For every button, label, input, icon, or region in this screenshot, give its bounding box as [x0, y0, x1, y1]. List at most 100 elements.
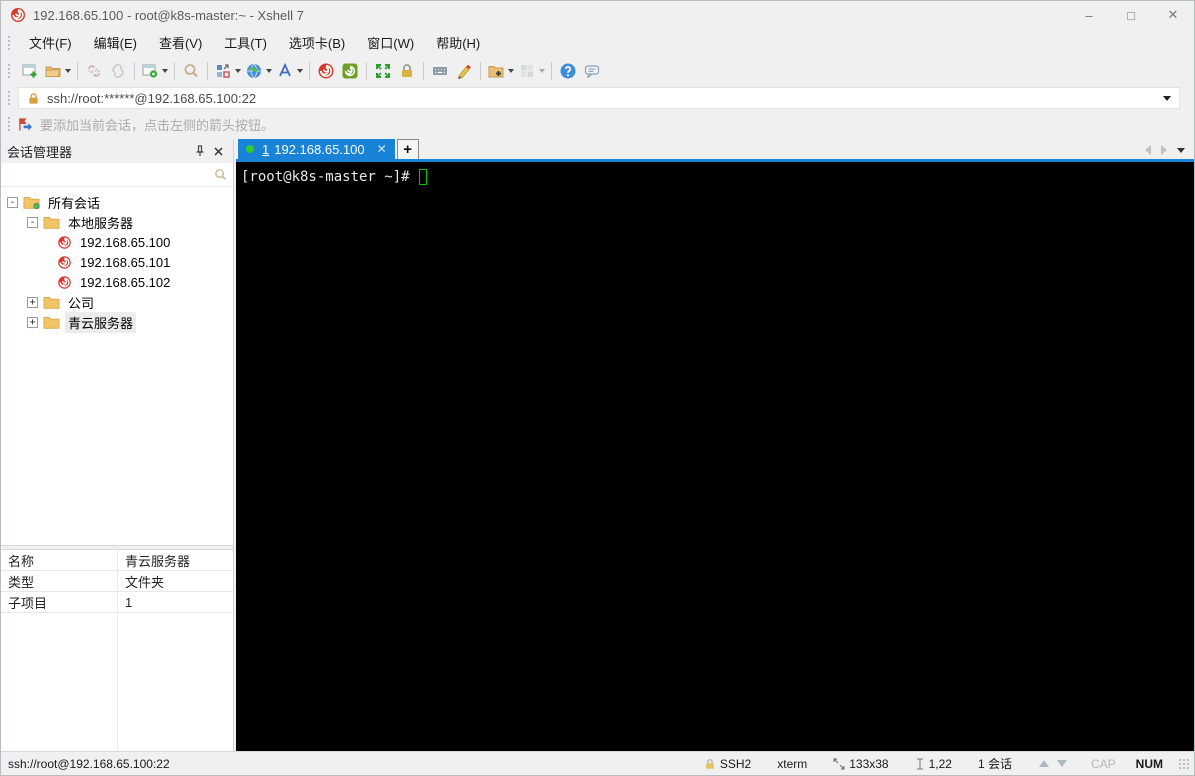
status-protocol-label: SSH2 — [719, 756, 752, 771]
fullscreen-icon — [376, 63, 390, 78]
tile-windows-caret — [539, 68, 545, 73]
prev-session-arrow-icon[interactable] — [1038, 760, 1049, 767]
compose-pane-button[interactable] — [212, 59, 243, 83]
properties-filler — [1, 613, 233, 751]
session-tree: - 所有会话 - 本地服务器 192.168.65.100 192.168.65… — [1, 187, 233, 545]
scroll-tabs-right-icon[interactable] — [1161, 145, 1167, 155]
disconnect-icon — [88, 64, 100, 77]
tree-item-label: 192.168.65.102 — [80, 274, 171, 290]
properties-panel: 名称 青云服务器 类型 文件夹 子项目 1 — [1, 550, 233, 613]
toolbar-separator — [366, 61, 367, 80]
expander-icon[interactable]: + — [27, 296, 38, 308]
tab-close-button[interactable]: ✕ — [377, 142, 387, 156]
xshell-icon — [318, 63, 334, 78]
search-icon[interactable] — [214, 168, 227, 181]
toolbar-separator — [134, 61, 135, 80]
session-properties-button[interactable] — [139, 59, 170, 83]
menu-help[interactable]: 帮助(H) — [425, 29, 491, 56]
xshell-session-icon — [57, 235, 72, 250]
tree-item-all-sessions[interactable]: - 所有会话 — [1, 192, 233, 212]
menu-edit[interactable]: 编辑(E) — [83, 29, 148, 56]
status-cursor-position: 1,22 — [902, 757, 965, 771]
find-icon — [184, 63, 198, 77]
messenger-icon — [584, 64, 600, 78]
open-session-button[interactable] — [42, 59, 73, 83]
tree-item-session-101[interactable]: 192.168.65.101 — [1, 252, 233, 272]
window-resize-grip[interactable] — [1177, 757, 1190, 770]
tree-item-label: 青云服务器 — [65, 311, 137, 333]
status-connection-url: ssh://root@192.168.65.100:22 — [8, 756, 170, 771]
menu-window[interactable]: 窗口(W) — [356, 29, 425, 56]
web-globe-icon — [247, 63, 261, 78]
tree-item-label: 所有会话 — [48, 195, 101, 211]
scroll-tabs-left-icon[interactable] — [1145, 145, 1151, 155]
lock-screen-button[interactable] — [395, 59, 419, 83]
tab-nav — [1145, 145, 1194, 159]
session-nav-arrows — [1025, 760, 1081, 767]
expander-icon[interactable]: + — [27, 316, 38, 328]
tile-windows-button[interactable] — [516, 59, 547, 83]
pin-panel-button[interactable] — [191, 142, 209, 160]
open-session-caret — [65, 68, 71, 73]
tab-list-caret-icon[interactable] — [1177, 147, 1185, 153]
add-session-flag-icon[interactable] — [18, 117, 33, 132]
status-term-type: xterm — [764, 757, 820, 771]
status-right-cluster: SSH2 xterm 133x38 1,22 1 会话 CAP NUM — [691, 755, 1190, 772]
menu-view[interactable]: 查看(V) — [148, 29, 213, 56]
messenger-button[interactable] — [580, 59, 604, 83]
help-button[interactable] — [556, 59, 580, 83]
toolbar-grip[interactable] — [7, 62, 12, 79]
addressbar-grip[interactable] — [7, 90, 12, 106]
tree-item-qingyun[interactable]: + 青云服务器 — [1, 311, 233, 333]
disconnect-button[interactable] — [82, 59, 106, 83]
xshell-button[interactable] — [314, 59, 338, 83]
tree-item-local-servers[interactable]: - 本地服务器 — [1, 212, 233, 232]
compose-pane-icon — [217, 63, 230, 78]
next-session-arrow-icon[interactable] — [1056, 760, 1067, 767]
tree-item-session-100[interactable]: 192.168.65.100 — [1, 232, 233, 252]
infobar-grip[interactable] — [7, 116, 12, 132]
close-panel-button[interactable] — [209, 142, 227, 160]
terminal[interactable]: [root@k8s-master ~]# — [236, 162, 1194, 751]
cursor-position-icon — [916, 757, 923, 770]
web-button[interactable] — [243, 59, 274, 83]
fullscreen-button[interactable] — [371, 59, 395, 83]
menu-tools[interactable]: 工具(T) — [213, 29, 278, 56]
menubar-grip[interactable] — [7, 34, 12, 51]
tree-item-session-102[interactable]: 192.168.65.102 — [1, 272, 233, 292]
font-button[interactable] — [274, 59, 305, 83]
tab-label: 192.168.65.100 — [274, 141, 365, 157]
highlight-button[interactable] — [452, 59, 476, 83]
session-search-input[interactable] — [7, 167, 214, 182]
expander-icon[interactable]: - — [27, 216, 38, 228]
new-folder-button[interactable] — [485, 59, 516, 83]
new-session-button[interactable] — [18, 59, 42, 83]
new-tab-button[interactable]: + — [396, 139, 419, 159]
close-button[interactable]: ✕ — [1152, 1, 1194, 29]
tab-session-100[interactable]: 1 192.168.65.100 ✕ — [238, 139, 395, 159]
toolbar-separator — [77, 61, 78, 80]
property-value: 1 — [125, 594, 133, 610]
address-dropdown-caret[interactable] — [1163, 95, 1171, 101]
resize-dimensions-icon — [833, 757, 845, 770]
find-button[interactable] — [179, 59, 203, 83]
xftp-button[interactable] — [338, 59, 362, 83]
menu-tab[interactable]: 选项卡(B) — [278, 29, 356, 56]
reconnect-button[interactable] — [106, 59, 130, 83]
minimize-button[interactable]: – — [1068, 1, 1110, 29]
status-session-count: 1 会话 — [965, 755, 1025, 772]
virtual-keyboard-button[interactable] — [428, 59, 452, 83]
maximize-button[interactable]: □ — [1110, 1, 1152, 29]
num-lock-indicator: NUM — [1135, 756, 1163, 771]
title-bar: 192.168.65.100 - root@k8s-master:~ - Xsh… — [1, 1, 1194, 29]
menu-file[interactable]: 文件(F) — [18, 29, 83, 56]
address-input[interactable] — [47, 90, 1163, 106]
tree-item-company[interactable]: + 公司 — [1, 292, 233, 312]
toolbar-separator — [207, 61, 208, 80]
font-icon — [279, 62, 291, 76]
property-row-children: 子项目 1 — [1, 592, 233, 613]
status-lock-icon — [706, 758, 714, 769]
folder-icon — [43, 215, 60, 229]
expander-icon[interactable]: - — [7, 196, 18, 208]
connected-status-dot — [246, 145, 254, 153]
